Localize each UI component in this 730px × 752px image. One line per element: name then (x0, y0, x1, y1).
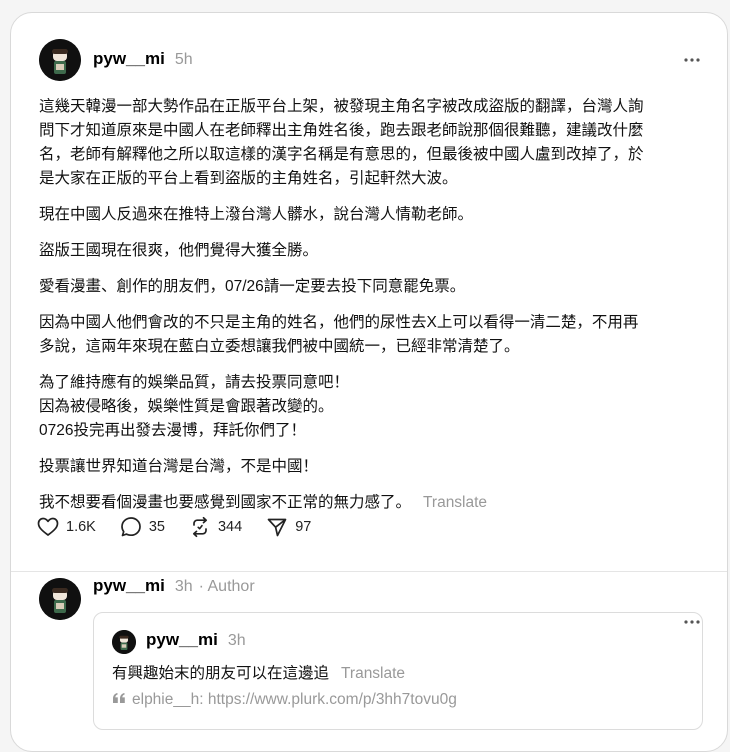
avatar (112, 630, 136, 654)
comment-button[interactable]: 35 (120, 516, 165, 538)
quote-header: pyw__mi 3h (146, 630, 246, 650)
repost-count: 344 (217, 519, 243, 535)
quoted-link[interactable]: elphie__h: https://www.plurk.com/p/3hh7t… (112, 691, 457, 709)
quoted-post[interactable]: pyw__mi 3h 有興趣始末的朋友可以在這邊追 Translate elphi… (93, 612, 703, 730)
paragraph: 現在中國人反過來在推特上潑台灣人髒水，說台灣人情勒老師。 (39, 206, 474, 223)
comment-count: 35 (148, 519, 165, 535)
post-time[interactable]: 5h (175, 51, 193, 69)
thread-card: pyw__mi 5h 這幾天韓漫一部大勢作品在正版平台上架，被發現主角名字被改成… (10, 12, 728, 752)
quote-body: 有興趣始末的朋友可以在這邊追 (112, 665, 330, 682)
more-icon[interactable] (683, 51, 701, 69)
like-count: 1.6K (66, 519, 96, 535)
reply-time[interactable]: 3h (175, 578, 193, 596)
last-paragraph: 我不想要看個漫畫也要感覺到國家不正常的無力感了。 Translate (39, 491, 709, 515)
paragraph: 因為中國人他們會改的不只是主角的姓名，他們的尿性去X上可以看得一清二楚，不用再 … (39, 314, 639, 355)
action-bar: 1.6K 35 344 97 (37, 516, 311, 538)
share-button[interactable]: 97 (266, 516, 311, 538)
quote-time: 3h (227, 632, 246, 649)
share-icon (266, 516, 288, 538)
paragraph: 投票讓世界知道台灣是台灣，不是中國！ (39, 458, 319, 475)
paragraph: 這幾天韓漫一部大勢作品在正版平台上架，被發現主角名字被改成盜版的翻譯，台灣人詢 … (39, 98, 644, 187)
repost-icon (189, 516, 211, 538)
paragraph: 愛看漫畫、創作的朋友們，07/26請一定要去投下同意罷免票。 (39, 278, 466, 295)
quote-text: 有興趣始末的朋友可以在這邊追 Translate (112, 661, 405, 683)
avatar[interactable] (39, 578, 81, 620)
comment-icon (120, 516, 142, 538)
username[interactable]: pyw__mi (93, 49, 165, 69)
quote-mark-icon (112, 691, 126, 709)
translate-link[interactable]: Translate (341, 665, 405, 682)
avatar[interactable] (39, 39, 81, 81)
reply-header: pyw__mi 3h · Author (93, 576, 255, 596)
paragraph: 為了維持應有的娛樂品質，請去投票同意吧！ 因為被侵略後，娛樂性質是會跟著改變的。… (39, 374, 350, 439)
share-count: 97 (295, 519, 312, 535)
post-header: pyw__mi 5h (93, 49, 193, 69)
username[interactable]: pyw__mi (93, 576, 165, 596)
paragraph-text: 我不想要看個漫畫也要感覺到國家不正常的無力感了。 (39, 494, 412, 511)
username[interactable]: pyw__mi (146, 630, 218, 650)
author-label: · Author (198, 578, 255, 595)
post-body: 這幾天韓漫一部大勢作品在正版平台上架，被發現主角名字被改成盜版的翻譯，台灣人詢 … (39, 95, 709, 527)
paragraph: 盜版王國現在很爽，他們覺得大獲全勝。 (39, 242, 319, 259)
translate-link[interactable]: Translate (423, 494, 487, 511)
divider (11, 571, 727, 572)
like-button[interactable]: 1.6K (37, 517, 96, 537)
link-text: elphie__h: https://www.plurk.com/p/3hh7t… (132, 691, 457, 708)
repost-button[interactable]: 344 (189, 516, 242, 538)
heart-icon (37, 517, 59, 537)
